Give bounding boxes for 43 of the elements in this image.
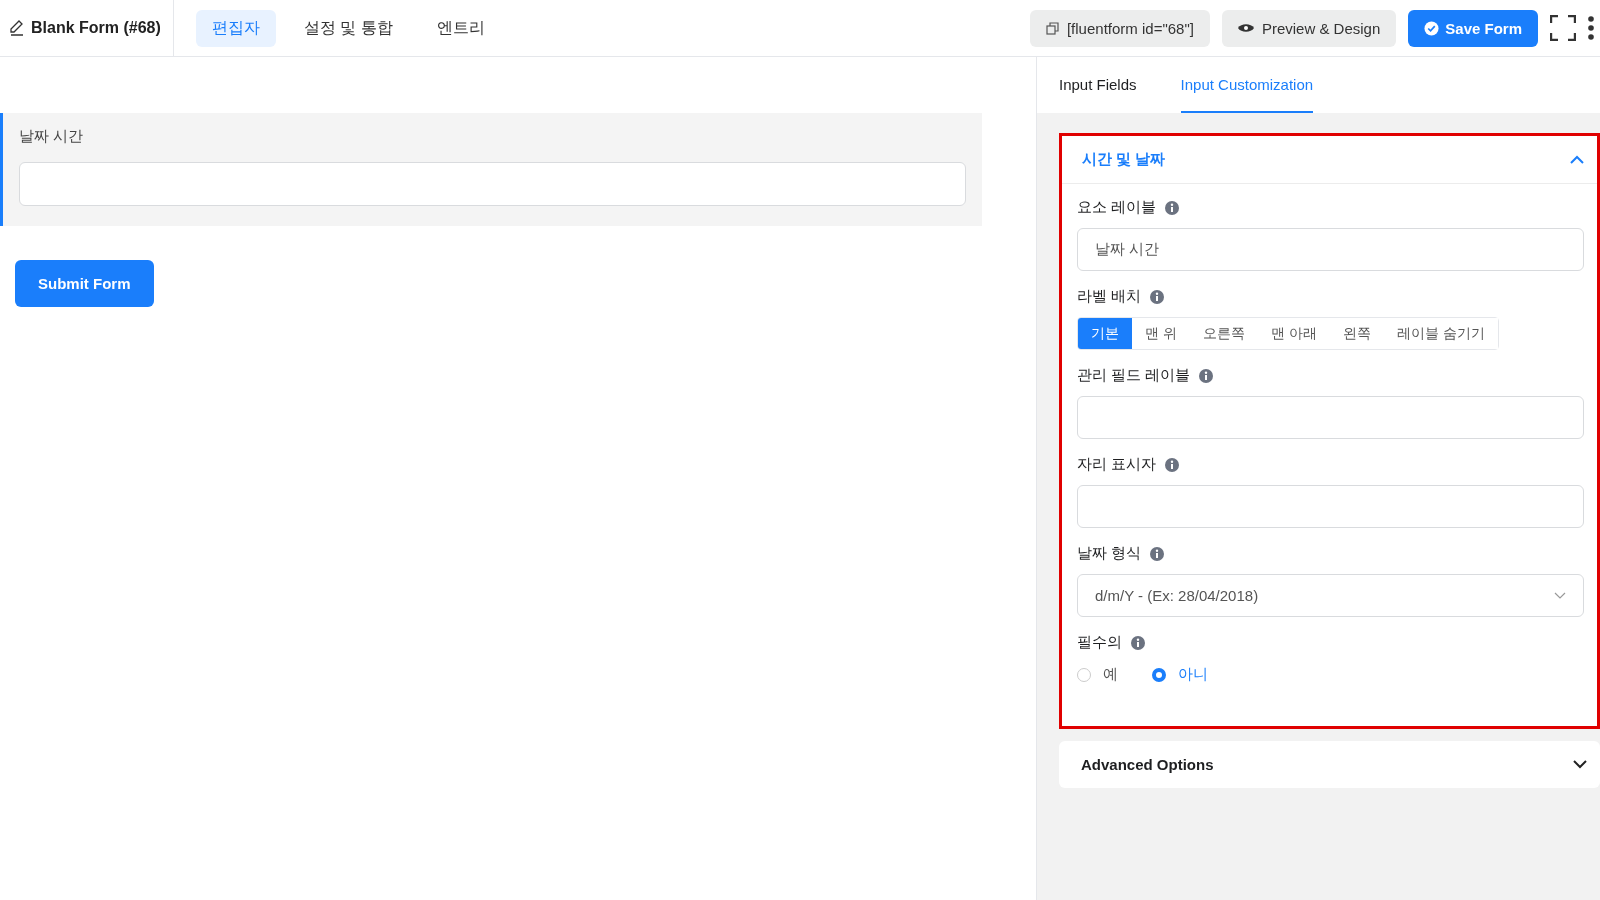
info-icon[interactable] — [1150, 289, 1165, 304]
nav-tab[interactable]: 설정 및 통합 — [287, 9, 409, 47]
form-title: Blank Form (#68) — [31, 19, 161, 37]
setting-label: 라벨 배치 — [1077, 287, 1142, 306]
info-icon[interactable] — [1150, 546, 1165, 561]
submit-button[interactable]: Submit Form — [15, 260, 154, 307]
info-icon[interactable] — [1165, 200, 1180, 215]
preview-button[interactable]: Preview & Design — [1221, 9, 1397, 47]
save-button[interactable]: Save Form — [1408, 9, 1538, 47]
text-input[interactable]: 날짜 시간 — [1077, 228, 1584, 271]
setting-label: 요소 레이블 — [1077, 198, 1157, 217]
info-icon[interactable] — [1165, 457, 1180, 472]
shortcode-button[interactable]: [fluentform id="68"] — [1029, 9, 1210, 47]
setting-label: 자리 표시자 — [1077, 455, 1157, 474]
info-icon[interactable] — [1199, 368, 1214, 383]
copy-icon — [1045, 21, 1059, 35]
sidebar-tab[interactable]: Input Fields — [1059, 57, 1137, 113]
radio-label: 아니 — [1178, 665, 1208, 684]
advanced-panel[interactable]: Advanced Options — [1059, 741, 1600, 788]
more-icon[interactable] — [1588, 16, 1594, 40]
eye-icon — [1237, 23, 1254, 33]
form-field-card[interactable]: 날짜 시간 — [0, 113, 982, 226]
text-input[interactable] — [1077, 485, 1584, 528]
radio-label: 예 — [1103, 665, 1118, 684]
info-icon[interactable] — [1131, 635, 1145, 650]
placement-option[interactable]: 기본 — [1078, 318, 1132, 349]
text-input[interactable] — [1077, 396, 1584, 439]
field-label: 날짜 시간 — [19, 127, 85, 146]
radio-button[interactable] — [1152, 667, 1166, 682]
section-title[interactable]: 시간 및 날짜 — [1082, 150, 1166, 169]
check-circle-icon — [1424, 20, 1440, 36]
setting-label: 필수의 — [1077, 633, 1122, 652]
setting-label: 날짜 형식 — [1077, 544, 1142, 563]
pencil-icon — [10, 20, 24, 36]
sidebar-tab[interactable]: Input Customization — [1180, 57, 1314, 113]
chevron-icon — [1554, 592, 1566, 599]
section-title: Advanced Options — [1081, 756, 1214, 773]
fullscreen-icon[interactable] — [1550, 15, 1576, 41]
chevron-icon[interactable] — [1573, 760, 1587, 769]
nav-tab[interactable]: 엔트리 — [420, 9, 501, 47]
date-time-input[interactable] — [19, 162, 966, 206]
setting-label: 관리 필드 레이블 — [1077, 366, 1191, 385]
select-field[interactable]: d/m/Y - (Ex: 28/04/2018) — [1077, 574, 1584, 617]
